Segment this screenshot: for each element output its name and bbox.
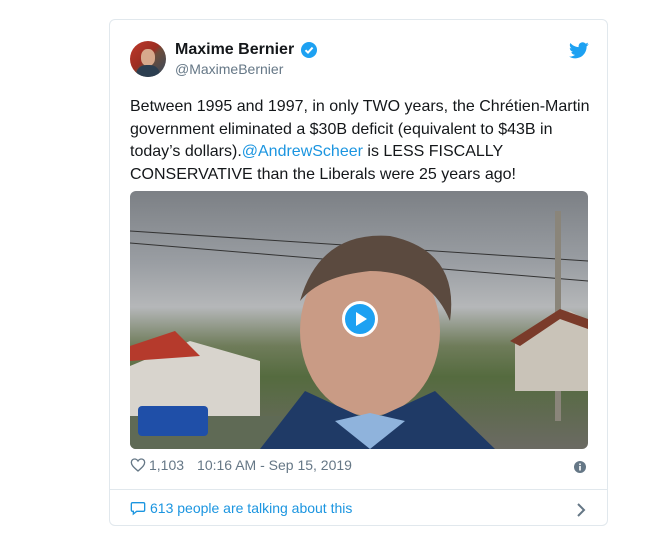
tweet-meta: 1,103 10:16 AM - Sep 15, 2019	[130, 457, 352, 473]
video-thumbnail[interactable]	[130, 191, 588, 449]
play-button[interactable]	[342, 301, 378, 337]
reply-bubble-icon	[130, 502, 146, 516]
avatar-suit	[136, 65, 160, 77]
tweet-text: Between 1995 and 1997, in only TWO years…	[130, 96, 590, 186]
avatar-face	[141, 49, 155, 66]
conversation-text[interactable]: 613 people are talking about this	[150, 500, 352, 516]
author-name[interactable]: Maxime Bernier	[175, 41, 294, 59]
mention-link[interactable]: @AndrewScheer	[242, 143, 363, 160]
info-icon[interactable]	[574, 461, 586, 473]
divider	[110, 489, 607, 490]
author-handle[interactable]: @MaximeBernier	[175, 61, 283, 77]
twitter-bird-icon[interactable]	[569, 42, 589, 59]
tweet-card[interactable]: Maxime Bernier @MaximeBernier Between 19…	[109, 19, 608, 526]
verified-icon	[301, 42, 317, 58]
timestamp[interactable]: 10:16 AM - Sep 15, 2019	[197, 457, 352, 473]
conversation-link[interactable]: 613 people are talking about this	[130, 500, 352, 516]
play-icon	[356, 312, 367, 326]
chevron-right-icon[interactable]	[576, 503, 586, 517]
heart-icon[interactable]	[130, 457, 146, 473]
avatar[interactable]	[130, 41, 166, 77]
like-count[interactable]: 1,103	[149, 457, 184, 473]
